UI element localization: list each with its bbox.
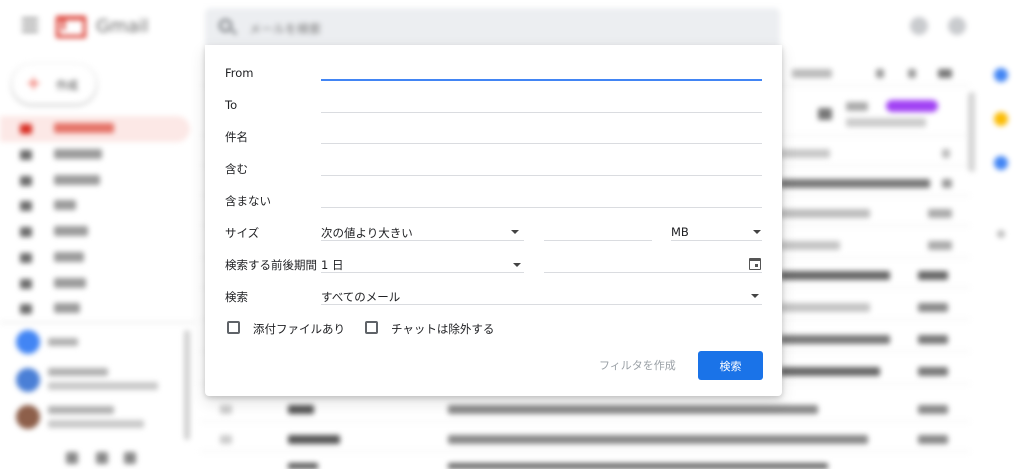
chat-icon[interactable] [96, 452, 108, 464]
sidebar-item[interactable] [20, 278, 170, 290]
search-button[interactable]: 検索 [698, 351, 763, 380]
sidebar-item[interactable] [20, 149, 170, 161]
compose-button[interactable]: + 作成 [12, 64, 96, 104]
apps-icon[interactable] [948, 17, 966, 35]
phone-icon[interactable] [124, 452, 136, 464]
date-within-label: 検索する前後期間 [225, 258, 317, 272]
person-icon[interactable] [66, 452, 78, 464]
exclude-chats-label[interactable]: チャットは除外する [391, 321, 494, 337]
plus-icon: + [26, 73, 42, 94]
size-value-input[interactable] [544, 240, 652, 241]
chevron-down-icon [751, 294, 759, 298]
hangouts-name [48, 338, 78, 346]
from-input[interactable] [321, 79, 762, 81]
size-label: サイズ [225, 226, 260, 240]
mail-row[interactable] [200, 426, 970, 452]
advanced-search-panel: From To 件名 含む 含まない サイズ 次の値より大きい MB 検索する前… [205, 45, 782, 396]
has-words-input[interactable] [321, 175, 762, 176]
has-attachment-label[interactable]: 添付ファイルあり [253, 321, 345, 337]
size-operator-value: 次の値より大きい [321, 226, 413, 240]
to-input[interactable] [321, 112, 762, 113]
keep-icon[interactable] [994, 112, 1008, 126]
has-attachment-checkbox[interactable] [227, 321, 240, 334]
hangouts-name [48, 406, 114, 414]
date-input[interactable] [544, 272, 762, 273]
hangouts-status [48, 420, 144, 428]
sidebar-item[interactable] [20, 303, 170, 315]
subject-input[interactable] [321, 143, 762, 144]
hangouts-avatar[interactable] [16, 330, 40, 354]
search-in-label: 検索 [225, 290, 248, 304]
doesnt-have-input[interactable] [321, 207, 762, 208]
search-placeholder: メールを検索 [249, 22, 322, 36]
main-menu-icon[interactable] [22, 18, 38, 32]
hangouts-name [48, 368, 108, 376]
sidebar-scrollbar[interactable] [184, 330, 190, 440]
size-unit-value: MB [671, 225, 689, 239]
tasks-icon[interactable] [994, 156, 1008, 170]
calendar-icon[interactable] [749, 258, 761, 270]
search-bar[interactable]: メールを検索 [205, 8, 780, 46]
doesnt-have-label: 含まない [225, 194, 271, 208]
search-icon[interactable] [219, 19, 232, 32]
hangouts-avatar[interactable] [16, 405, 40, 429]
mail-row[interactable] [200, 396, 970, 422]
mail-row[interactable] [200, 454, 970, 469]
date-within-value: 1 日 [321, 258, 344, 272]
chevron-down-icon [513, 263, 521, 267]
app-name: Gmail [96, 16, 149, 37]
from-label: From [225, 66, 254, 80]
compose-label: 作成 [56, 79, 78, 92]
help-icon[interactable] [910, 17, 928, 35]
sidebar-item[interactable] [20, 226, 170, 238]
sidebar-divider [0, 322, 195, 323]
sidebar-item[interactable] [20, 123, 170, 135]
sidebar-item[interactable] [20, 175, 170, 187]
create-filter-button[interactable]: フィルタを作成 [599, 357, 676, 373]
to-label: To [225, 98, 238, 112]
chevron-down-icon [753, 230, 761, 234]
hangouts-avatar[interactable] [16, 368, 40, 392]
sidebar-item[interactable] [20, 200, 170, 212]
subject-label: 件名 [225, 130, 248, 144]
exclude-chats-checkbox[interactable] [365, 321, 378, 334]
sidebar-item[interactable] [20, 252, 170, 264]
has-words-label: 含む [225, 162, 248, 176]
chevron-down-icon [511, 230, 519, 234]
add-addon-icon[interactable] [997, 230, 1005, 238]
hangouts-status [48, 382, 158, 390]
search-in-value: すべてのメール [321, 290, 401, 304]
calendar-icon[interactable] [994, 68, 1008, 82]
gmail-logo-icon [56, 16, 86, 38]
